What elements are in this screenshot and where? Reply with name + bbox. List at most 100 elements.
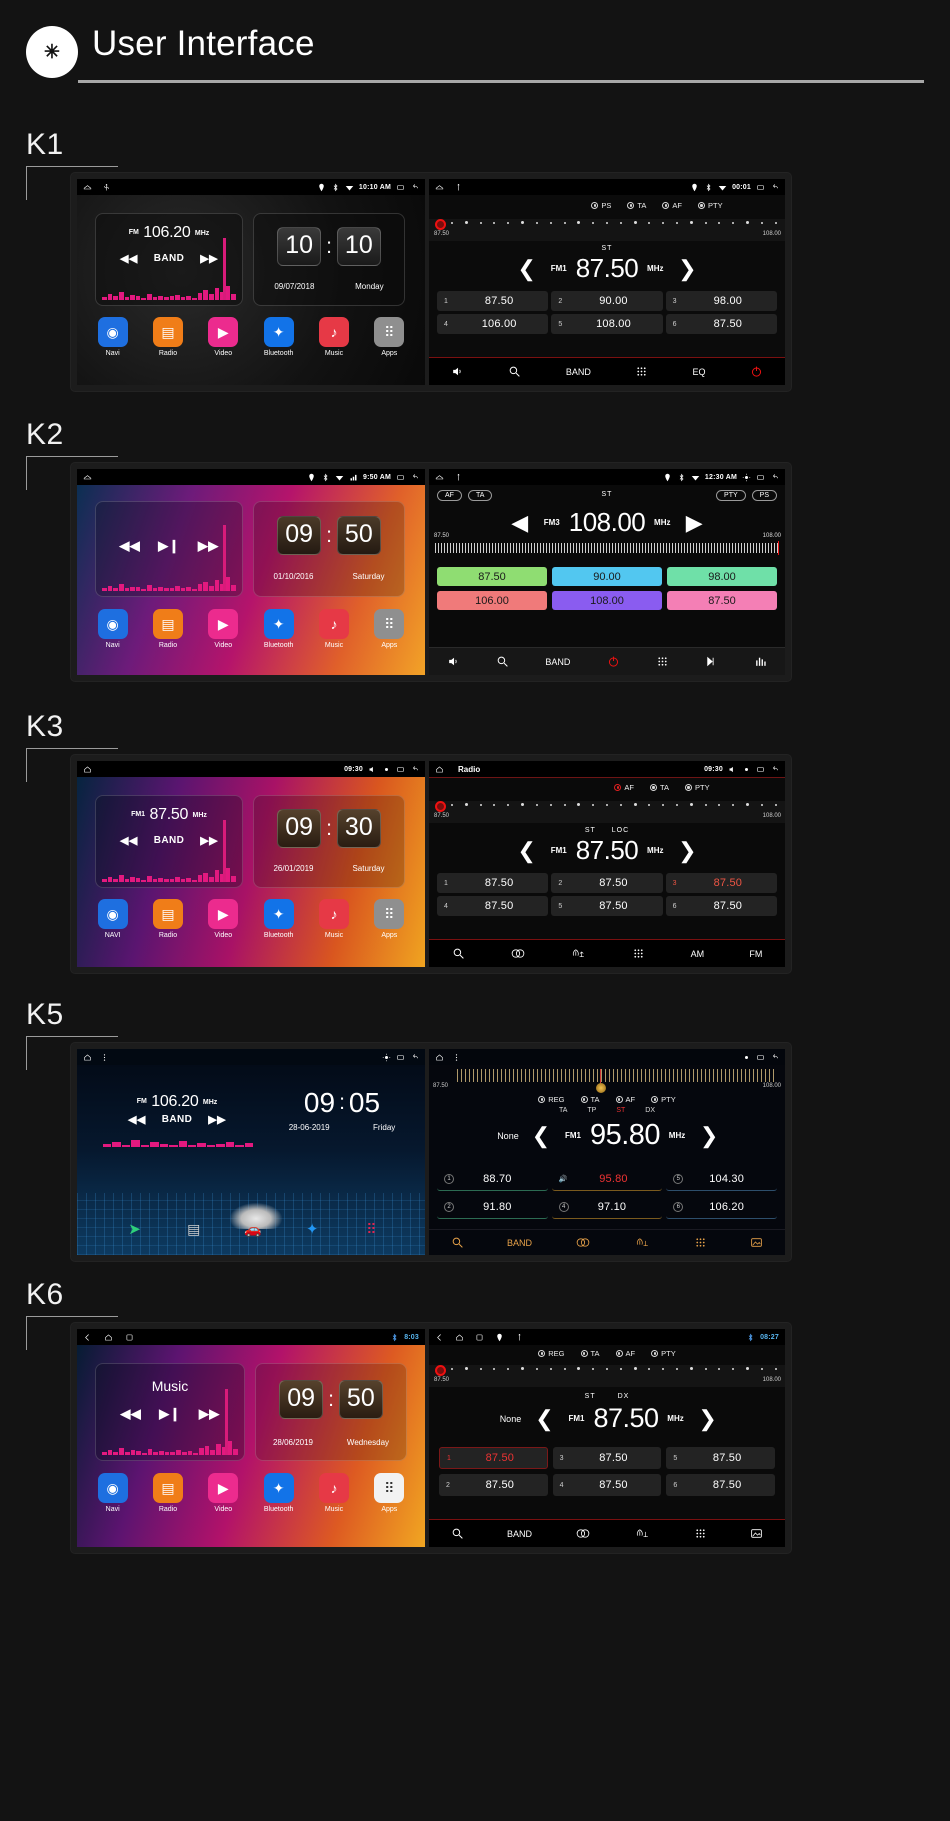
brightness-icon[interactable] — [742, 473, 751, 482]
search-icon[interactable] — [452, 947, 465, 960]
preset-button[interactable]: 5 87.50 — [551, 896, 663, 916]
power-icon[interactable] — [750, 365, 763, 378]
band-button[interactable]: BAND — [154, 835, 185, 846]
k6-radio-screen[interactable]: 08:27 REG TA AF PTY 87.50 108.00 ST DX N… — [429, 1329, 785, 1547]
k6-media-widget[interactable]: Music ◀◀ ▶❙ ▶▶ — [95, 1363, 245, 1461]
rds-af-toggle[interactable]: AF — [662, 201, 682, 210]
k1-clock-widget[interactable]: 10 : 10 09/07/2018 Monday — [253, 213, 405, 306]
k2-dial-strip[interactable]: 87.50 108.00 — [429, 533, 785, 559]
tune-down-button[interactable]: ◀ — [505, 511, 535, 534]
k6-clock-widget[interactable]: 09 : 50 28/06/2019 Wednesday — [255, 1363, 407, 1461]
k6-dial-strip[interactable]: 87.50 108.00 — [429, 1365, 785, 1387]
dock-app-bluetooth[interactable]: ✦ Bluetooth — [257, 899, 301, 939]
dock-app-music[interactable]: ♪ Music — [312, 1473, 356, 1513]
keypad-icon[interactable] — [694, 1236, 707, 1249]
dial-cursor[interactable] — [777, 541, 779, 555]
search-icon[interactable] — [508, 365, 521, 378]
preset-button[interactable]: 🔊 95.80 — [551, 1167, 663, 1191]
tune-down-button[interactable]: ❮ — [512, 257, 542, 280]
k1-radio-screen[interactable]: 00:01 PS TA AF PTY 87.50 108.00 ST ❮ FM1… — [429, 179, 785, 385]
preset-button[interactable]: 6 106.20 — [666, 1195, 777, 1219]
eq-button[interactable]: EQ — [692, 367, 705, 377]
next-button[interactable]: ▶▶ — [200, 252, 218, 265]
dock-app-radio[interactable]: ▤ — [179, 1214, 205, 1247]
home-icon[interactable] — [83, 183, 92, 192]
back-icon[interactable] — [770, 765, 779, 774]
preset-button[interactable]: 3 98.00 — [665, 291, 777, 311]
k2-clock-widget[interactable]: 09 : 50 01/10/2016 Saturday — [253, 501, 405, 597]
image-icon[interactable] — [750, 1236, 763, 1249]
k2-radio-screen[interactable]: 12:30 AM AF TA PTY PS ST ◀ FM3 108.00 MH… — [429, 469, 785, 675]
k3-dial-strip[interactable]: 87.50 108.00 — [429, 801, 785, 823]
back-icon[interactable] — [410, 473, 419, 482]
preset-button[interactable]: 2 87.50 — [551, 873, 663, 893]
dock-app-video[interactable]: ▶ Video — [201, 1473, 245, 1513]
preset-button[interactable]: 6 87.50 — [665, 314, 777, 334]
preset-button[interactable]: 106.00 — [437, 591, 547, 610]
keypad-icon[interactable] — [635, 365, 648, 378]
dock-app-video[interactable]: ▶ Video — [201, 609, 245, 649]
image-icon[interactable] — [750, 1527, 763, 1540]
k6-home-screen[interactable]: 8:03 Music ◀◀ ▶❙ ▶▶ 09: 50 28/06/2019 W… — [77, 1329, 425, 1547]
search-icon[interactable] — [496, 655, 509, 668]
rds-ta-toggle[interactable]: TA — [580, 1095, 600, 1104]
next-button[interactable]: ▶▶ — [200, 834, 218, 847]
home-icon[interactable] — [83, 473, 92, 482]
dock-app-apps[interactable]: ⠿ Apps — [367, 1473, 411, 1513]
dock-app-apps[interactable]: ⠿ Apps — [367, 317, 411, 357]
search-icon[interactable] — [451, 1236, 464, 1249]
loc-dx-icon[interactable] — [571, 947, 587, 960]
rds-pty-toggle[interactable]: PTY — [651, 1349, 676, 1358]
dock-app-car[interactable]: 🚗 — [238, 1214, 264, 1247]
preset-button[interactable]: 1 87.50 — [437, 291, 549, 311]
volume-icon[interactable] — [368, 765, 377, 774]
dock-app-music[interactable]: ♪ Music — [312, 899, 356, 939]
k3-radio-screen[interactable]: Radio 09:30 AF TA PTY 87.50 108.00 ST LO… — [429, 761, 785, 967]
home-icon[interactable] — [435, 183, 444, 192]
fm-button[interactable]: FM — [749, 949, 762, 959]
prev-button[interactable]: ◀◀ — [119, 538, 140, 554]
preset-button[interactable]: 98.00 — [667, 567, 777, 586]
tune-down-button[interactable]: ❮ — [526, 1124, 556, 1147]
rds-ta-toggle[interactable]: TA — [649, 783, 669, 792]
next-button[interactable]: ▶▶ — [198, 538, 219, 554]
preset-button[interactable]: 87.50 — [437, 567, 547, 586]
volume-icon[interactable] — [728, 765, 737, 774]
prev-button[interactable]: ◀◀ — [128, 1113, 146, 1126]
home-icon[interactable] — [455, 1333, 464, 1342]
rds-pty-toggle[interactable]: PTY — [651, 1095, 676, 1104]
dock-app-navi[interactable]: ◉ Navi — [91, 609, 135, 649]
dock-app-apps[interactable]: ⠿ Apps — [367, 899, 411, 939]
band-button[interactable]: BAND — [545, 657, 570, 667]
stereo-icon[interactable] — [575, 1527, 591, 1540]
preset-button[interactable]: 1 87.50 — [439, 1447, 548, 1469]
dial-knob[interactable] — [596, 1083, 607, 1093]
band-button[interactable]: BAND — [566, 367, 591, 377]
back-icon[interactable] — [435, 1333, 444, 1342]
back-icon[interactable] — [83, 1333, 92, 1342]
dock-app-navi[interactable]: ◉ Navi — [91, 1473, 135, 1513]
preset-button[interactable]: 2 87.50 — [439, 1474, 548, 1496]
play-pause-button[interactable]: ▶❙ — [159, 1406, 181, 1422]
brightness-icon[interactable] — [382, 1053, 391, 1062]
play-pause-button[interactable]: ▶❙ — [158, 538, 180, 554]
keypad-icon[interactable] — [656, 655, 669, 668]
dock-app-navi[interactable]: ➤ — [120, 1214, 146, 1247]
dock-app-bluetooth[interactable]: ✦ Bluetooth — [257, 1473, 301, 1513]
next-track-icon[interactable] — [705, 655, 718, 668]
rds-pty-toggle[interactable]: PTY — [685, 783, 710, 792]
recents-icon[interactable] — [396, 765, 405, 774]
preset-button[interactable]: 90.00 — [552, 567, 662, 586]
back-icon[interactable] — [770, 183, 779, 192]
rds-reg-toggle[interactable]: REG — [538, 1095, 565, 1104]
dock-app-video[interactable]: ▶ Video — [201, 899, 245, 939]
dock-app-video[interactable]: ▶ Video — [201, 317, 245, 357]
dock-app-radio[interactable]: ▤ Radio — [146, 609, 190, 649]
rds-af-toggle[interactable]: AF — [615, 1095, 635, 1104]
dock-app-music[interactable]: ♪ Music — [312, 317, 356, 357]
k3-radio-widget[interactable]: FM1 87.50 MHz ◀◀ BAND ▶▶ — [95, 795, 243, 888]
rds-ta-toggle[interactable]: TA — [580, 1349, 600, 1358]
home-icon[interactable] — [83, 765, 92, 774]
band-button[interactable]: BAND — [162, 1114, 193, 1125]
preset-button[interactable]: 4 97.10 — [551, 1195, 663, 1219]
